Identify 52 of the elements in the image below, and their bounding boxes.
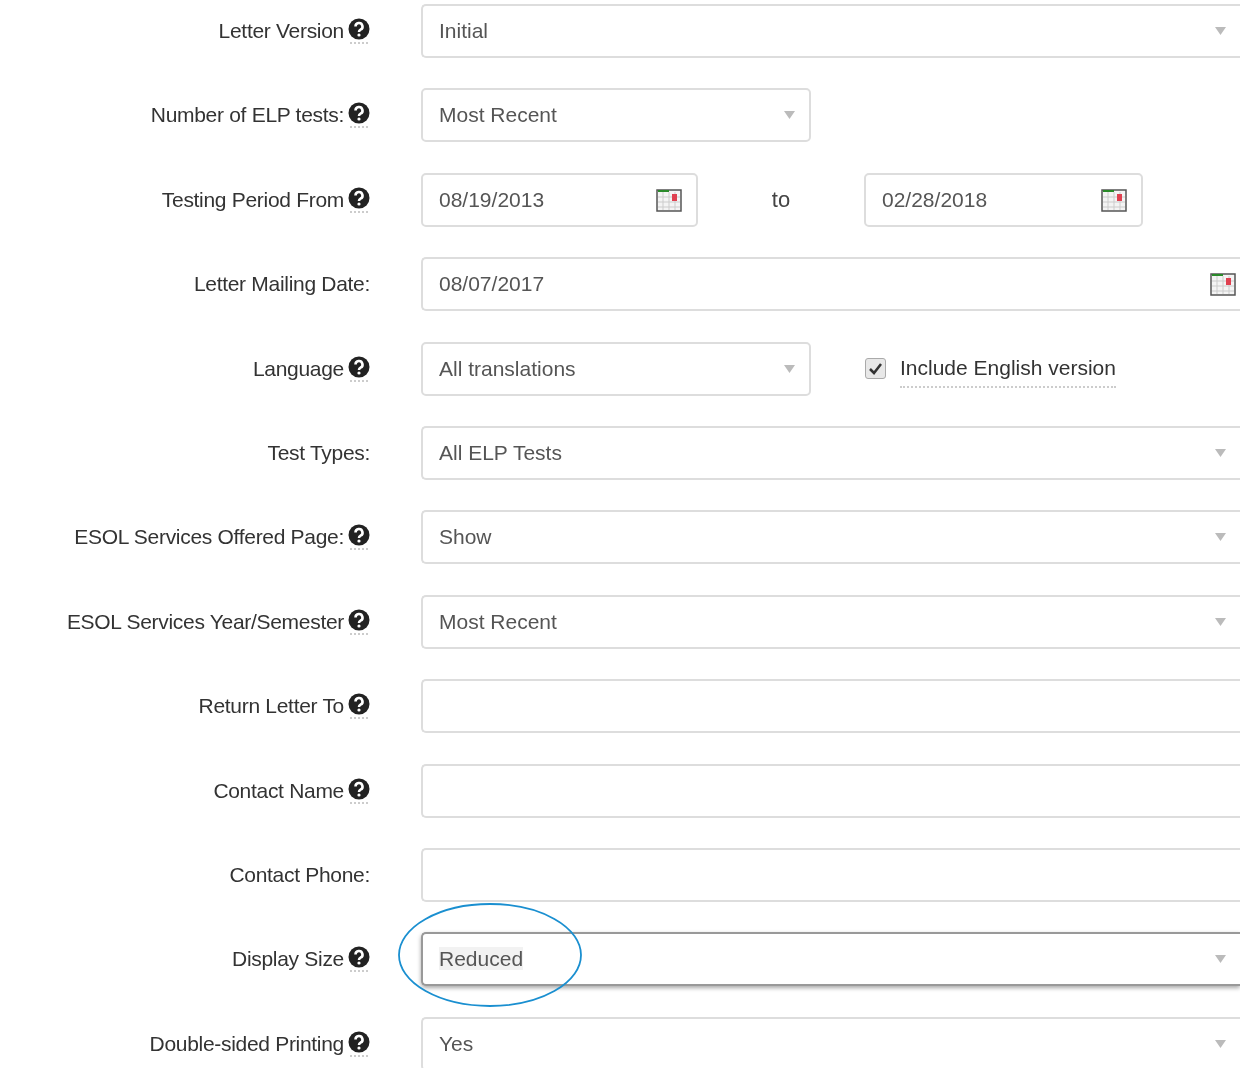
field-label: Testing Period From (161, 187, 344, 212)
help-icon[interactable] (348, 186, 370, 213)
help-icon[interactable] (348, 18, 370, 44)
dropdown[interactable]: Reduced (421, 932, 1240, 987)
field-label: Test Types: (267, 440, 370, 465)
field-label: Letter Version (218, 19, 344, 43)
field-label: Double-sided Printing (149, 1031, 344, 1056)
calendar-icon[interactable] (656, 187, 682, 212)
dropdown[interactable]: Most Recent (421, 88, 811, 143)
field-label: Return Letter To (198, 694, 344, 719)
field-label: Language (252, 356, 344, 381)
dropdown[interactable]: Initial (421, 4, 1240, 58)
field-label: Contact Name (213, 778, 344, 803)
field-label: ESOL Services Offered Page: (74, 525, 344, 550)
help-icon[interactable] (348, 608, 370, 635)
help-icon[interactable] (348, 693, 370, 720)
field-label: ESOL Services Year/Semester (66, 609, 344, 634)
field-label: Number of ELP tests: (150, 103, 344, 128)
calendar-icon[interactable] (1210, 272, 1236, 297)
date-field[interactable]: 08/07/2017 (421, 257, 1240, 312)
field-label: Letter Mailing Date: (193, 272, 370, 297)
date-field[interactable]: 02/28/2018 (864, 172, 1143, 227)
text-field[interactable] (421, 679, 1240, 734)
checkmark-icon (869, 362, 882, 375)
dropdown-caret-icon (1215, 448, 1226, 457)
dropdown[interactable]: Show (421, 510, 1240, 565)
dropdown[interactable]: All translations (421, 341, 811, 396)
help-icon[interactable] (348, 524, 370, 551)
range-separator: to (770, 186, 792, 213)
text-field[interactable] (421, 847, 1240, 902)
dropdown-caret-icon (784, 111, 795, 120)
checkbox-label[interactable]: Include English version (900, 355, 1116, 388)
help-icon[interactable] (348, 946, 370, 973)
dropdown[interactable]: All ELP Tests (421, 425, 1240, 480)
dropdown-caret-icon (1215, 955, 1226, 964)
dropdown-caret-icon (784, 364, 795, 373)
calendar-icon[interactable] (1101, 187, 1127, 212)
text-field[interactable] (421, 763, 1240, 818)
dropdown[interactable]: Yes (421, 1016, 1240, 1068)
date-field[interactable]: 08/19/2013 (421, 172, 698, 227)
help-icon[interactable] (348, 1030, 370, 1057)
dropdown-caret-icon (1215, 617, 1226, 626)
checkbox[interactable] (865, 358, 886, 380)
dropdown-caret-icon (1215, 1039, 1226, 1048)
help-icon[interactable] (348, 102, 370, 129)
field-label: Display Size (232, 947, 344, 972)
dropdown-caret-icon (1215, 27, 1226, 35)
dropdown-caret-icon (1215, 533, 1226, 542)
help-icon[interactable] (348, 355, 370, 382)
dropdown[interactable]: Most Recent (421, 594, 1240, 649)
help-icon[interactable] (348, 777, 370, 804)
field-label: Contact Phone: (229, 862, 370, 887)
